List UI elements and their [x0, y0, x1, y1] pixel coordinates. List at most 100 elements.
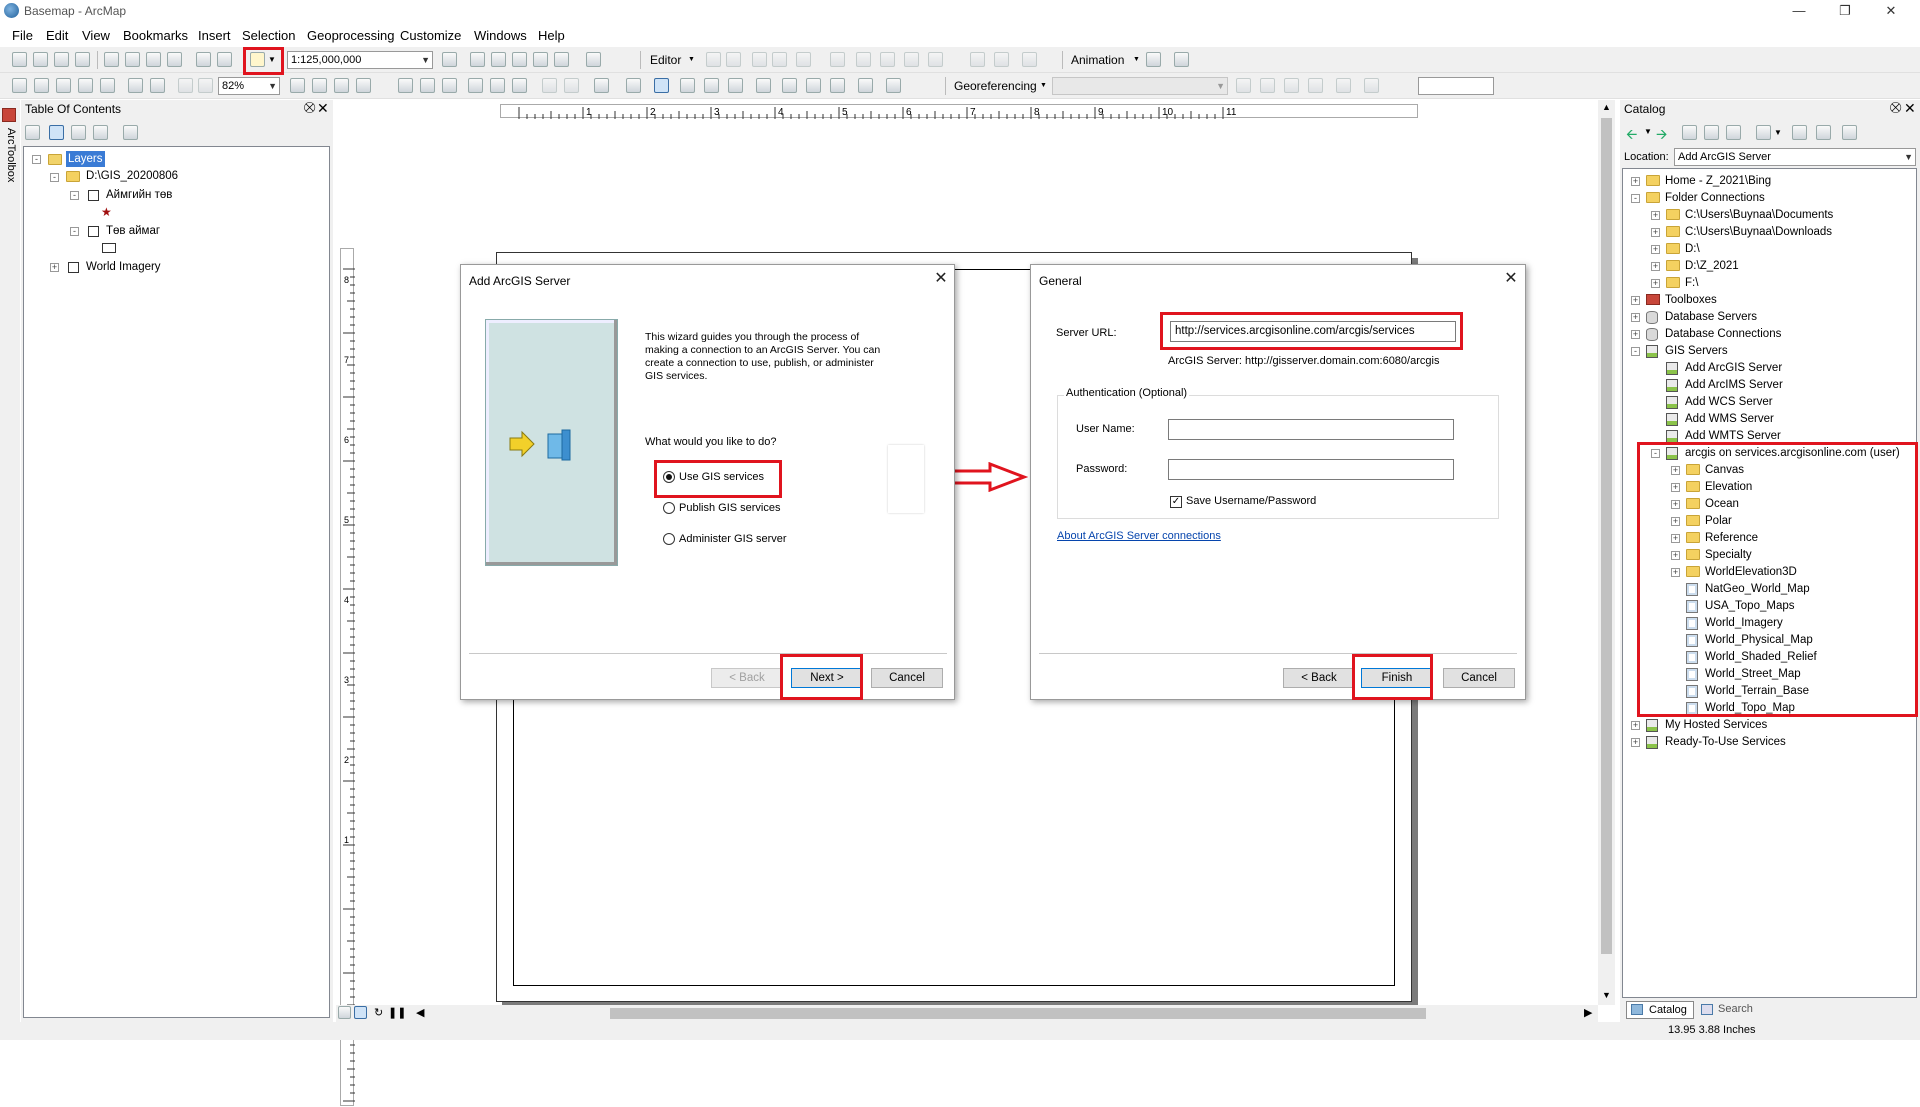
dialog2-cancel-button[interactable]: Cancel: [1443, 668, 1515, 688]
group-collapse-icon[interactable]: -: [50, 173, 59, 182]
connect-folder-icon[interactable]: [1704, 125, 1719, 140]
layers-frame[interactable]: Layers: [66, 151, 105, 167]
redo-icon[interactable]: [217, 52, 232, 67]
save-icon[interactable]: [54, 52, 69, 67]
toc-pin-icon[interactable]: ⛒: [304, 102, 315, 115]
menu-customize[interactable]: Customize: [400, 28, 461, 43]
full-extent-icon[interactable]: [468, 78, 483, 93]
views-dropdown-icon[interactable]: ▼: [1774, 128, 1782, 137]
menu-selection[interactable]: Selection: [242, 28, 295, 43]
dialog1-back-button[interactable]: < Back: [711, 668, 783, 688]
layers-collapse-icon[interactable]: -: [32, 155, 41, 164]
layer1-visibility-checkbox[interactable]: [88, 190, 99, 201]
zoom-whole-page-icon[interactable]: [78, 78, 93, 93]
back-arrow-icon[interactable]: 🡨: [1626, 124, 1637, 148]
split-icon[interactable]: [904, 52, 919, 67]
catalog-item[interactable]: Add WCS Server: [1685, 394, 1773, 410]
fixed-zoom-in-icon[interactable]: [128, 78, 143, 93]
catalog-expand-icon[interactable]: -: [1631, 194, 1640, 203]
layer2-visibility-checkbox[interactable]: [88, 226, 99, 237]
data-view-icon[interactable]: [338, 1006, 351, 1019]
dialog1-close-icon[interactable]: ✕: [931, 269, 951, 289]
trace-icon[interactable]: [796, 52, 811, 67]
catalog-expand-icon[interactable]: +: [1631, 738, 1640, 747]
catalog-item[interactable]: Database Connections: [1665, 326, 1781, 342]
find-icon[interactable]: [782, 78, 797, 93]
layout-zoom-combo[interactable]: 82% ▼: [218, 77, 280, 95]
fixed-zoom-out-map-icon[interactable]: [512, 78, 527, 93]
clear-selection-icon[interactable]: [626, 78, 641, 93]
pan-layout-icon[interactable]: [56, 78, 71, 93]
end-point-arc-icon[interactable]: [772, 52, 787, 67]
attributes-icon[interactable]: [970, 52, 985, 67]
catalog-item[interactable]: Add WMS Server: [1685, 411, 1774, 427]
about-connections-link[interactable]: About ArcGIS Server connections: [1057, 530, 1221, 542]
identify-icon[interactable]: [680, 78, 695, 93]
catalog-expand-icon[interactable]: +: [1651, 228, 1660, 237]
catalog-item[interactable]: F:\: [1685, 275, 1698, 291]
save-credentials-checkbox[interactable]: ✓: [1170, 496, 1182, 508]
pause-drawing-icon[interactable]: ❚❚: [388, 1006, 406, 1019]
search-window-icon[interactable]: [512, 52, 527, 67]
layer-aimgiin-tov[interactable]: Аймгийн төв: [106, 187, 172, 203]
rotate-georef-icon[interactable]: [1236, 78, 1251, 93]
layer-world-imagery[interactable]: World Imagery: [86, 259, 161, 275]
layer-tov-aimag[interactable]: Төв аймаг: [106, 223, 160, 239]
zoom-out-layout-icon[interactable]: [34, 78, 49, 93]
list-by-drawing-order-icon[interactable]: [25, 125, 40, 140]
animation-menu[interactable]: Animation: [1071, 53, 1124, 67]
zoom-in-layout-icon[interactable]: [12, 78, 27, 93]
straight-segment-icon[interactable]: [752, 52, 767, 67]
editor-toolbar-icon[interactable]: [442, 52, 457, 67]
group-layer[interactable]: D:\GIS_20200806: [86, 168, 178, 184]
up-one-level-icon[interactable]: [1682, 125, 1697, 140]
focus-data-frame-icon[interactable]: [312, 78, 327, 93]
print-icon[interactable]: [75, 52, 90, 67]
delete-icon[interactable]: [167, 52, 182, 67]
list-by-selection-icon[interactable]: [93, 125, 108, 140]
refresh-icon[interactable]: ↻: [374, 1006, 383, 1019]
cut-polygons-icon[interactable]: [880, 52, 895, 67]
toc-close-icon[interactable]: ✕: [317, 100, 329, 117]
catalog-expand-icon[interactable]: +: [1651, 279, 1660, 288]
scroll-right-icon[interactable]: ▶: [1584, 1006, 1592, 1019]
go-forward-extent-icon[interactable]: [564, 78, 579, 93]
georeferencing-dropdown-icon[interactable]: ▼: [1040, 82, 1047, 89]
catalog-item[interactable]: GIS Servers: [1665, 343, 1728, 359]
menu-bookmarks[interactable]: Bookmarks: [123, 28, 188, 43]
vertical-scrollbar[interactable]: ▲ ▼: [1598, 100, 1615, 1005]
list-by-visibility-icon[interactable]: [71, 125, 86, 140]
save-credentials-label[interactable]: Save Username/Password: [1186, 495, 1316, 507]
catalog-item[interactable]: Add ArcGIS Server: [1685, 360, 1782, 376]
reshape-icon[interactable]: [856, 52, 871, 67]
create-features-icon[interactable]: [1022, 52, 1037, 67]
editor-menu[interactable]: Editor: [650, 53, 681, 67]
toc-options-icon[interactable]: [123, 125, 138, 140]
zoom-out-icon[interactable]: [420, 78, 435, 93]
find-route-icon[interactable]: [806, 78, 821, 93]
administer-gis-server-label[interactable]: Administer GIS server: [679, 533, 787, 545]
model-builder-icon[interactable]: [586, 52, 601, 67]
menu-windows[interactable]: Windows: [474, 28, 527, 43]
catalog-item[interactable]: Add ArcIMS Server: [1685, 377, 1783, 393]
time-slider-icon[interactable]: [858, 78, 873, 93]
zoom-100-icon[interactable]: [100, 78, 115, 93]
administer-gis-server-radio[interactable]: [663, 533, 675, 545]
sketch-properties-icon[interactable]: [994, 52, 1009, 67]
catalog-expand-icon[interactable]: +: [1631, 296, 1640, 305]
scroll-up-icon[interactable]: ▲: [1602, 102, 1611, 112]
auto-registration-icon[interactable]: [1364, 78, 1379, 93]
horizontal-scrollbar[interactable]: ↻ ❚❚ ◀ ▶: [336, 1005, 1598, 1022]
location-combo[interactable]: Add ArcGIS Server ▼: [1674, 148, 1916, 166]
open-folder-icon[interactable]: [33, 52, 48, 67]
publish-gis-services-label[interactable]: Publish GIS services: [679, 502, 780, 514]
go-to-xy-icon[interactable]: [830, 78, 845, 93]
paste-icon[interactable]: [146, 52, 161, 67]
user-name-input[interactable]: [1168, 419, 1454, 440]
dialog2-back-button[interactable]: < Back: [1283, 668, 1355, 688]
fixed-zoom-in-map-icon[interactable]: [490, 78, 505, 93]
horizontal-scroll-thumb[interactable]: [610, 1008, 1426, 1019]
dialog2-close-icon[interactable]: ✕: [1501, 269, 1521, 289]
link-table-icon[interactable]: [1308, 78, 1323, 93]
go-back-extent-icon[interactable]: [542, 78, 557, 93]
